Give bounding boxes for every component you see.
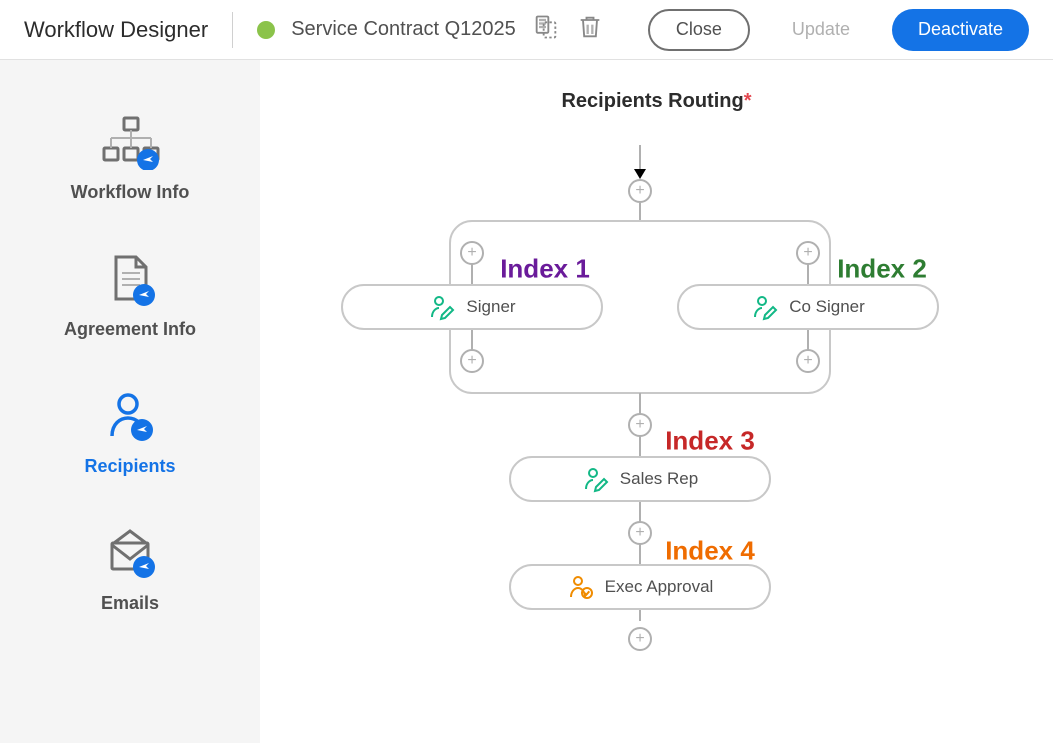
recipient-exec[interactable]: Exec Approval bbox=[509, 564, 771, 610]
index-4-label: Index 4 bbox=[665, 536, 755, 567]
deactivate-button-label: Deactivate bbox=[918, 19, 1003, 40]
index-2-label: Index 2 bbox=[837, 254, 927, 285]
sidebar-item-label: Emails bbox=[101, 593, 159, 614]
signer-icon bbox=[428, 293, 456, 321]
add-recipient-branch-left-top[interactable]: + bbox=[460, 241, 484, 265]
recipient-salesrep[interactable]: Sales Rep bbox=[509, 456, 771, 502]
status-dot-icon bbox=[257, 21, 275, 39]
add-recipient-branch-left-bottom[interactable]: + bbox=[460, 349, 484, 373]
header: Workflow Designer Service Contract Q1202… bbox=[0, 0, 1053, 60]
add-recipient-after-salesrep[interactable]: + bbox=[628, 521, 652, 545]
add-recipient-branch-right-top[interactable]: + bbox=[796, 241, 820, 265]
recipient-label: Sales Rep bbox=[620, 469, 698, 489]
sidebar-item-label: Agreement Info bbox=[64, 319, 196, 340]
sidebar-item-workflow-info[interactable]: Workflow Info bbox=[0, 90, 260, 227]
clone-icon[interactable] bbox=[532, 13, 560, 46]
deactivate-button[interactable]: Deactivate bbox=[892, 9, 1029, 51]
divider bbox=[232, 12, 233, 48]
sidebar-item-agreement-info[interactable]: Agreement Info bbox=[0, 227, 260, 364]
agreement-info-icon bbox=[102, 251, 158, 307]
workflow-name: Service Contract Q12025 bbox=[291, 18, 516, 41]
add-recipient-branch-right-bottom[interactable]: + bbox=[796, 349, 820, 373]
add-recipient-mid[interactable]: + bbox=[628, 413, 652, 437]
recipient-signer[interactable]: Signer bbox=[341, 284, 603, 330]
recipient-label: Exec Approval bbox=[605, 577, 714, 597]
recipient-label: Signer bbox=[466, 297, 515, 317]
approver-icon bbox=[567, 573, 595, 601]
canvas: Recipients Routing* bbox=[260, 60, 1053, 743]
recipient-cosigner[interactable]: Co Signer bbox=[677, 284, 939, 330]
sidebar-item-emails[interactable]: Emails bbox=[0, 501, 260, 638]
canvas-title: Recipients Routing* bbox=[280, 90, 1033, 113]
recipient-label: Co Signer bbox=[789, 297, 865, 317]
sidebar-item-label: Recipients bbox=[84, 456, 175, 477]
update-button: Update bbox=[766, 9, 876, 51]
index-1-label: Index 1 bbox=[500, 254, 590, 285]
emails-icon bbox=[102, 525, 158, 581]
close-button-label: Close bbox=[676, 19, 722, 40]
recipients-icon bbox=[102, 388, 158, 444]
sidebar-item-label: Workflow Info bbox=[71, 182, 190, 203]
update-button-label: Update bbox=[792, 19, 850, 40]
index-3-label: Index 3 bbox=[665, 426, 755, 457]
signer-icon bbox=[751, 293, 779, 321]
add-recipient-top[interactable]: + bbox=[628, 179, 652, 203]
close-button[interactable]: Close bbox=[648, 9, 750, 51]
app-title: Workflow Designer bbox=[24, 17, 208, 43]
signer-icon bbox=[582, 465, 610, 493]
sidebar: Workflow Info Agreement Info bbox=[0, 60, 260, 743]
trash-icon[interactable] bbox=[576, 13, 604, 46]
add-recipient-bottom[interactable]: + bbox=[628, 627, 652, 651]
workflow-info-icon bbox=[98, 114, 162, 170]
sidebar-item-recipients[interactable]: Recipients bbox=[0, 364, 260, 501]
